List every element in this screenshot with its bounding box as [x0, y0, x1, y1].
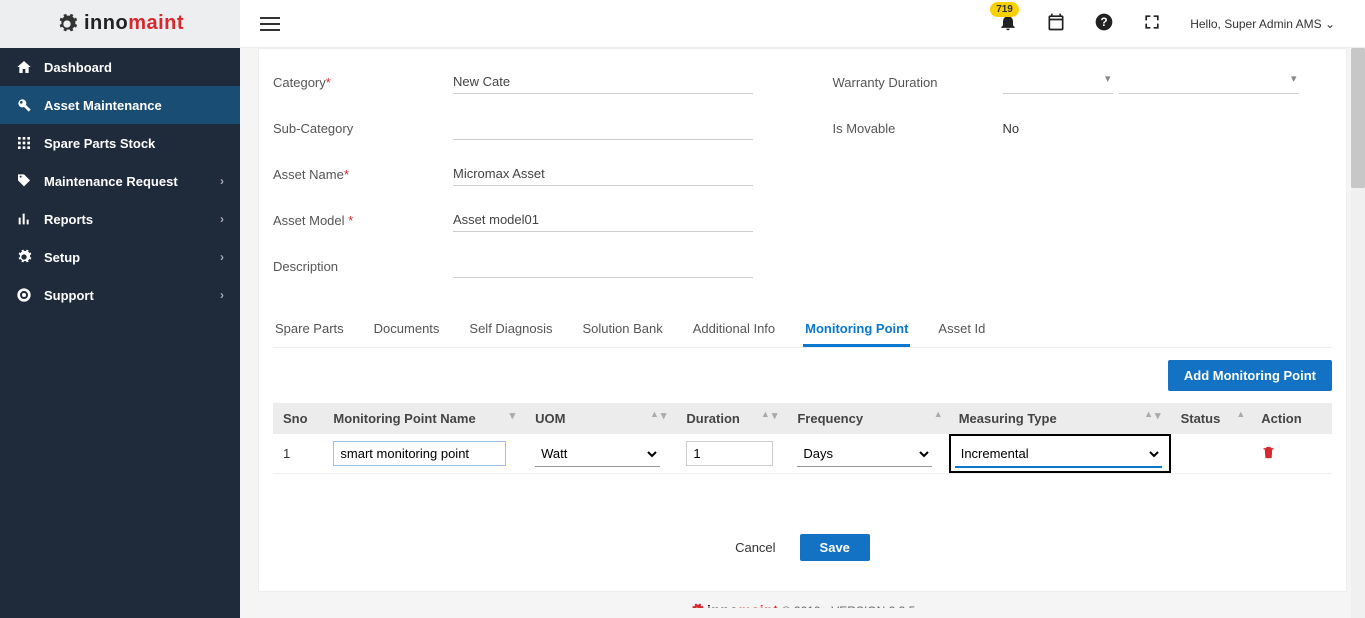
chevron-right-icon: › [220, 212, 224, 226]
subcategory-label: Sub-Category [273, 121, 453, 136]
col-sno[interactable]: Sno [273, 403, 323, 434]
asset-name-input[interactable] [453, 162, 753, 186]
chevron-right-icon: › [220, 250, 224, 264]
monitoring-point-name-input[interactable] [333, 441, 506, 466]
description-input[interactable] [453, 254, 753, 278]
movable-label: Is Movable [833, 121, 1003, 136]
chevron-right-icon: › [220, 288, 224, 302]
sidebar-item-spare-parts-stock[interactable]: Spare Parts Stock [0, 124, 240, 162]
grid-icon [16, 135, 32, 151]
measuring-type-select[interactable]: Incremental [955, 441, 1162, 468]
duration-input[interactable] [686, 441, 772, 466]
sort-icon[interactable]: ▲ [934, 409, 943, 419]
warranty-select[interactable] [1003, 70, 1113, 94]
save-button[interactable]: Save [800, 534, 870, 561]
chevron-right-icon: › [220, 174, 224, 188]
wrench-icon [16, 97, 32, 113]
svg-text:?: ? [1101, 16, 1108, 29]
tab-spare-parts[interactable]: Spare Parts [273, 313, 346, 347]
sidebar-item-reports[interactable]: Reports › [0, 200, 240, 238]
tab-asset-id[interactable]: Asset Id [936, 313, 987, 347]
sort-icon[interactable]: ▲ [650, 409, 659, 422]
tag-icon [16, 173, 32, 189]
warranty-unit-select[interactable] [1119, 70, 1299, 94]
filter-icon[interactable]: ▾ [772, 409, 778, 422]
filter-icon[interactable]: ▾ [661, 409, 667, 422]
brand-logo: innomaint [0, 0, 240, 48]
filter-icon[interactable]: ▾ [510, 409, 516, 422]
page-footer: innomaint © 2019 - VERSION 2.3.5 [240, 592, 1365, 608]
tab-strip: Spare Parts Documents Self Diagnosis Sol… [273, 313, 1332, 348]
subcategory-input[interactable] [453, 116, 753, 140]
measuring-type-cell: Incremental [949, 434, 1171, 473]
col-frequency[interactable]: Frequency▲ [787, 403, 948, 434]
sidebar-item-dashboard[interactable]: Dashboard [0, 48, 240, 86]
col-duration[interactable]: Duration▲▾ [676, 403, 787, 434]
sidebar-item-support[interactable]: Support › [0, 276, 240, 314]
sort-icon[interactable]: ▲ [1144, 409, 1153, 422]
notifications-button[interactable]: 719 [998, 12, 1018, 35]
fullscreen-button[interactable] [1142, 12, 1162, 35]
scrollbar[interactable] [1351, 48, 1365, 618]
tab-monitoring-point[interactable]: Monitoring Point [803, 313, 910, 347]
asset-model-input[interactable] [453, 208, 753, 232]
monitoring-point-table: Sno Monitoring Point Name▾ UOM▲▾ Duratio… [273, 403, 1332, 474]
frequency-select[interactable]: Days [797, 441, 931, 467]
col-action: Action [1251, 403, 1332, 434]
uom-select[interactable]: Watt [535, 441, 660, 467]
sort-icon[interactable]: ▲ [761, 409, 770, 422]
lifebuoy-icon [16, 287, 32, 303]
notification-count: 719 [990, 2, 1019, 17]
home-icon [16, 59, 32, 75]
cancel-button[interactable]: Cancel [735, 534, 775, 561]
sidebar-item-setup[interactable]: Setup › [0, 238, 240, 276]
cell-status [1171, 434, 1252, 474]
brand-red: maint [128, 12, 184, 34]
gear-icon [16, 249, 32, 265]
sidebar: Dashboard Asset Maintenance Spare Parts … [0, 0, 240, 618]
filter-icon[interactable]: ▾ [1155, 409, 1161, 422]
col-status[interactable]: Status▲ [1171, 403, 1252, 434]
help-button[interactable]: ? [1094, 12, 1114, 35]
tab-solution-bank[interactable]: Solution Bank [581, 313, 665, 347]
calendar-button[interactable] [1046, 12, 1066, 35]
delete-row-button[interactable] [1261, 448, 1276, 463]
tab-additional-info[interactable]: Additional Info [691, 313, 777, 347]
warranty-label: Warranty Duration [833, 75, 1003, 90]
asset-model-label: Asset Model * [273, 213, 453, 228]
user-menu[interactable]: Hello, Super Admin AMS ⌄ [1190, 17, 1335, 31]
table-row: 1 Watt Days Incremental [273, 434, 1332, 474]
add-monitoring-point-button[interactable]: Add Monitoring Point [1168, 360, 1332, 391]
chart-icon [16, 211, 32, 227]
sidebar-item-maintenance-request[interactable]: Maintenance Request › [0, 162, 240, 200]
fullscreen-icon [1142, 12, 1162, 32]
col-measuring-type[interactable]: Measuring Type▲▾ [949, 403, 1171, 434]
trash-icon [1261, 445, 1276, 460]
chevron-down-icon: ⌄ [1325, 17, 1335, 31]
movable-value: No [1003, 121, 1020, 136]
description-label: Description [273, 259, 453, 274]
calendar-icon [1046, 12, 1066, 32]
category-label: Category* [273, 75, 453, 90]
cell-sno: 1 [273, 434, 323, 474]
gear-icon [690, 603, 704, 608]
tab-documents[interactable]: Documents [372, 313, 442, 347]
tab-self-diagnosis[interactable]: Self Diagnosis [467, 313, 554, 347]
sidebar-item-asset-maintenance[interactable]: Asset Maintenance [0, 86, 240, 124]
col-uom[interactable]: UOM▲▾ [525, 403, 676, 434]
footer-text: © 2019 - VERSION 2.3.5 [782, 604, 916, 608]
asset-name-label: Asset Name* [273, 167, 453, 182]
sort-icon[interactable]: ▲ [1236, 409, 1245, 419]
help-icon: ? [1094, 12, 1114, 32]
category-input[interactable] [453, 70, 753, 94]
brand-dark: inno [84, 12, 128, 34]
menu-toggle[interactable] [260, 17, 280, 31]
col-name[interactable]: Monitoring Point Name▾ [323, 403, 525, 434]
gear-icon [56, 13, 78, 35]
